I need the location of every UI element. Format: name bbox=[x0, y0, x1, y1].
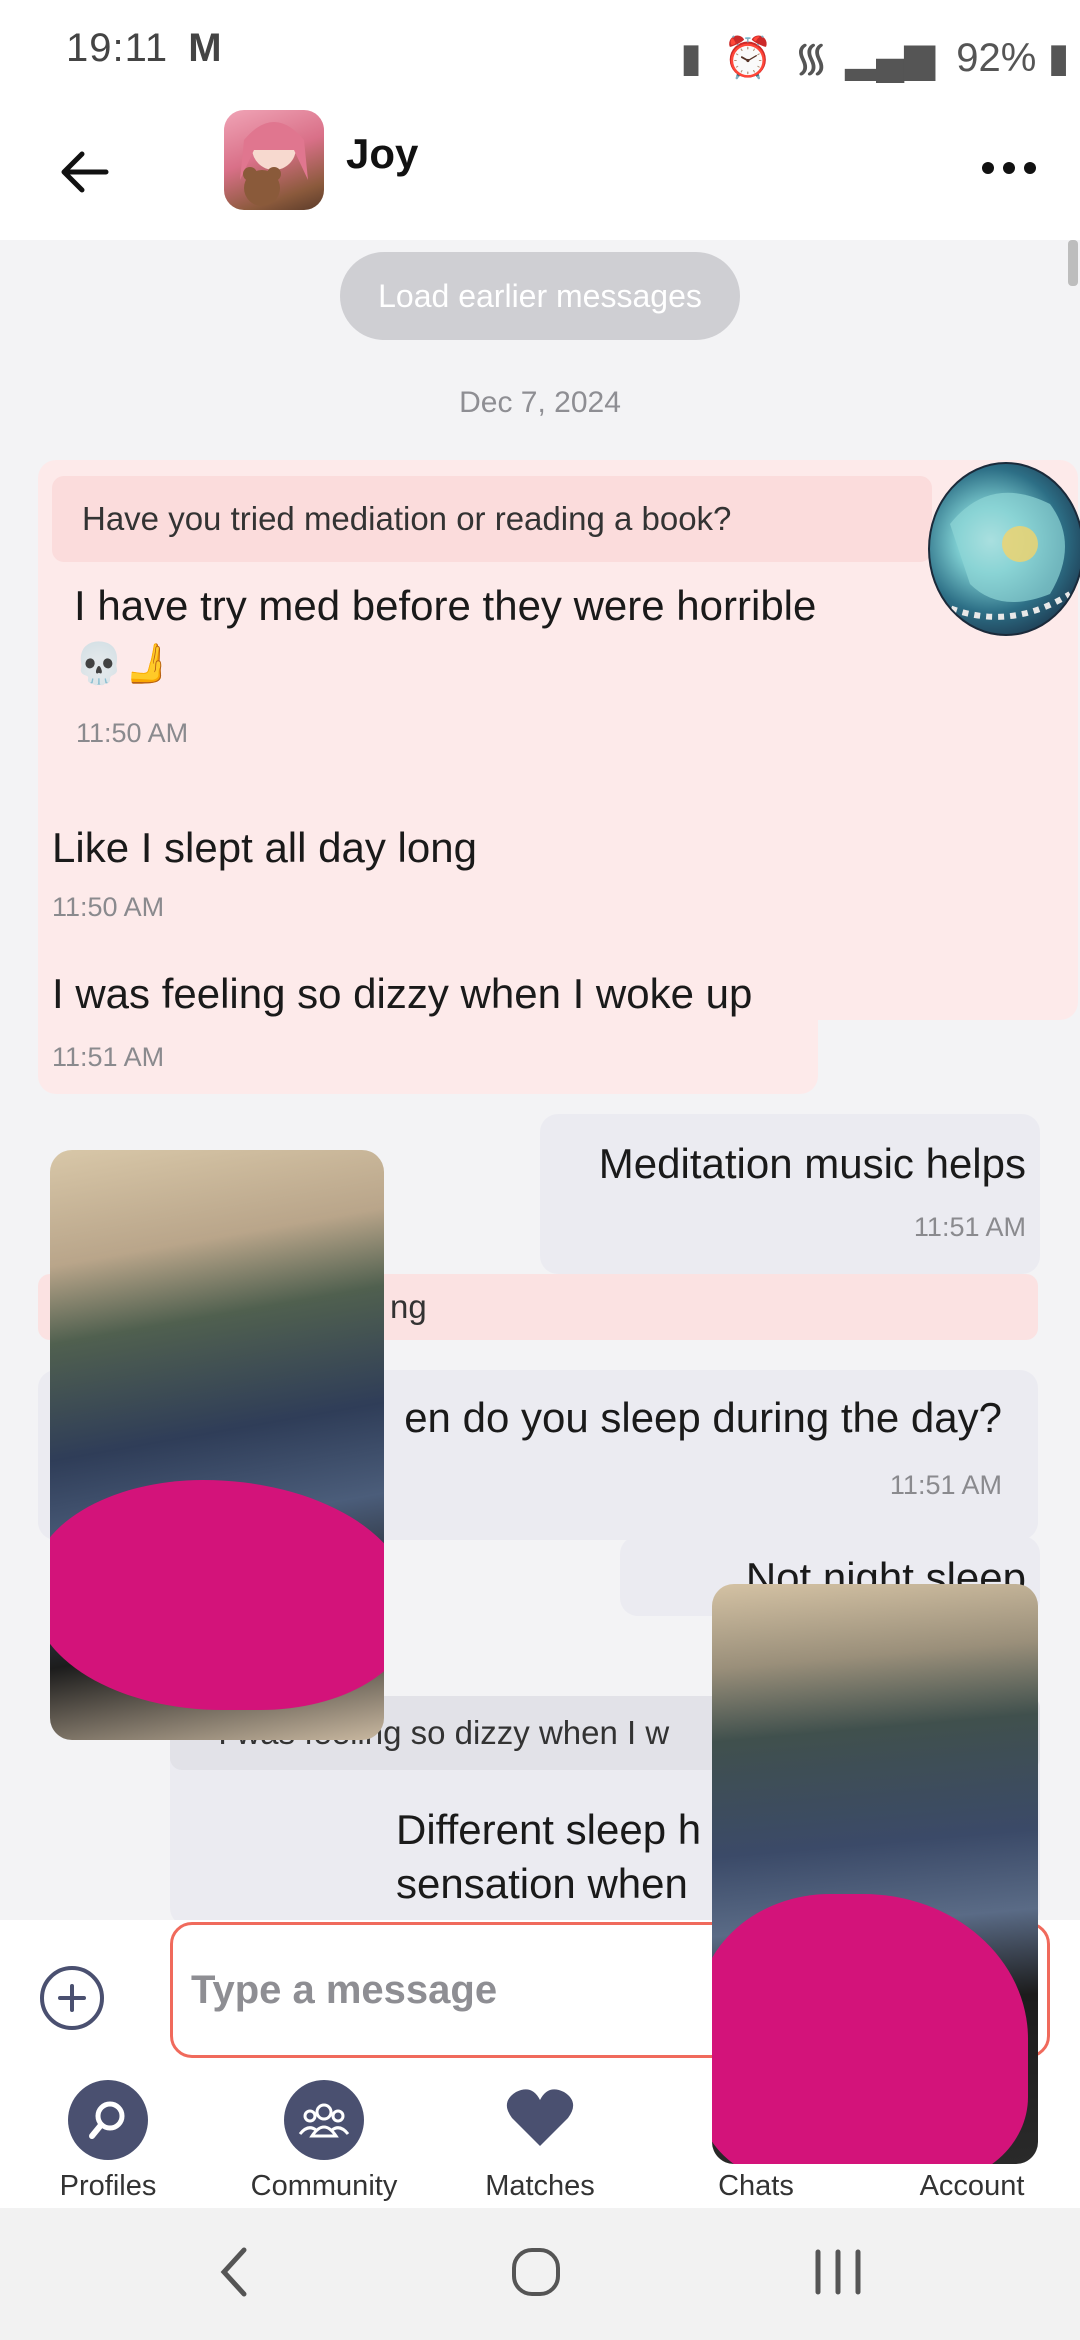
nav-community[interactable]: Community bbox=[224, 2070, 424, 2208]
redaction-mark bbox=[50, 1480, 384, 1710]
signal-icon: ▂▄▆ bbox=[845, 36, 936, 80]
status-bar: 19:11 M ▮ ⏰ ᯾ ▂▄▆ 92% ▮ bbox=[0, 0, 1080, 100]
video-preview-local[interactable] bbox=[50, 1150, 384, 1740]
arrow-left-icon bbox=[61, 151, 109, 193]
contact-name[interactable]: Joy bbox=[346, 130, 418, 178]
heart-icon bbox=[504, 2084, 576, 2155]
message-time: 11:51 AM bbox=[913, 1212, 1026, 1242]
system-navigation-bar bbox=[0, 2208, 1080, 2340]
back-button[interactable] bbox=[48, 136, 120, 208]
chat-header: Joy bbox=[0, 100, 1080, 241]
message-text: Like I slept all day long bbox=[52, 824, 477, 871]
battery-level: 92% bbox=[956, 36, 1037, 80]
message-text: Different sleep h bbox=[396, 1806, 702, 1853]
message-time: 11:50 AM bbox=[76, 718, 189, 748]
video-preview-remote[interactable] bbox=[712, 1584, 1038, 2164]
nav-label: Chats bbox=[718, 2170, 794, 2202]
nav-matches[interactable]: Matches bbox=[440, 2070, 640, 2208]
nav-label: Community bbox=[250, 2170, 398, 2202]
status-time: 19:11 M bbox=[66, 26, 223, 71]
system-home-button[interactable] bbox=[508, 2244, 564, 2305]
alarm-icon: ⏰ bbox=[723, 36, 773, 80]
search-icon bbox=[68, 2080, 148, 2160]
message-input-placeholder: Type a message bbox=[191, 1967, 498, 2012]
peer-avatar-image bbox=[938, 492, 1072, 620]
message-text-line2: sensation when bbox=[396, 1860, 688, 1907]
message-time: 11:51 AM bbox=[52, 1042, 165, 1072]
chevron-left-icon bbox=[220, 2247, 247, 2297]
more-options-button[interactable] bbox=[974, 138, 1044, 198]
system-recents-button[interactable] bbox=[812, 2244, 864, 2305]
redaction-mark bbox=[712, 1894, 1028, 2164]
scrollbar[interactable] bbox=[1068, 240, 1078, 286]
contact-avatar[interactable] bbox=[224, 110, 324, 210]
recents-icon bbox=[815, 2249, 861, 2295]
message-text: Meditation music helps bbox=[598, 1140, 1026, 1187]
nav-label: Matches bbox=[485, 2170, 595, 2202]
community-icon bbox=[284, 2080, 364, 2160]
status-time-text: 19:11 bbox=[66, 26, 169, 70]
home-circle-icon bbox=[512, 2248, 560, 2296]
nav-label: Profiles bbox=[59, 2170, 157, 2202]
quoted-message: Have you tried mediation or reading a bo… bbox=[52, 476, 932, 562]
quoted-text: ng bbox=[390, 1288, 427, 1325]
date-divider: Dec 7, 2024 bbox=[459, 386, 621, 419]
notification-icon: M bbox=[188, 26, 223, 70]
quoted-text: Have you tried mediation or reading a bo… bbox=[82, 500, 732, 537]
message-time: 11:51 AM bbox=[889, 1470, 1002, 1500]
battery-icon: ▮ bbox=[1047, 36, 1070, 80]
battery-saver-icon: ▮ bbox=[680, 36, 703, 80]
message-bubble-incoming[interactable]: Like I slept all day long 11:50 AM bbox=[38, 800, 558, 950]
wifi-icon: ᯾ bbox=[794, 36, 829, 80]
nav-label: Account bbox=[919, 2170, 1025, 2202]
message-text: I was feeling so dizzy when I woke up bbox=[52, 970, 753, 1017]
status-indicators: ▮ ⏰ ᯾ ▂▄▆ 92% ▮ bbox=[680, 28, 1069, 83]
more-dots-icon bbox=[982, 162, 1036, 174]
nav-profiles[interactable]: Profiles bbox=[8, 2070, 208, 2208]
attach-button[interactable] bbox=[40, 1966, 104, 2030]
peer-avatar[interactable] bbox=[928, 462, 1080, 636]
plus-icon bbox=[58, 1984, 86, 2012]
message-text: en do you sleep during the day? bbox=[404, 1394, 1002, 1441]
message-bubble-outgoing[interactable]: Meditation music helps 11:51 AM bbox=[540, 1114, 1040, 1274]
emoji-text: 💀🫸 bbox=[74, 642, 174, 686]
message-text: I have try med before they were horrible bbox=[74, 582, 817, 629]
avatar-image bbox=[240, 122, 308, 206]
system-back-button[interactable] bbox=[214, 2244, 254, 2305]
message-time: 11:50 AM bbox=[52, 892, 165, 922]
load-earlier-button[interactable]: Load earlier messages bbox=[340, 252, 740, 340]
message-bubble-incoming[interactable]: I was feeling so dizzy when I woke up 11… bbox=[38, 944, 818, 1094]
